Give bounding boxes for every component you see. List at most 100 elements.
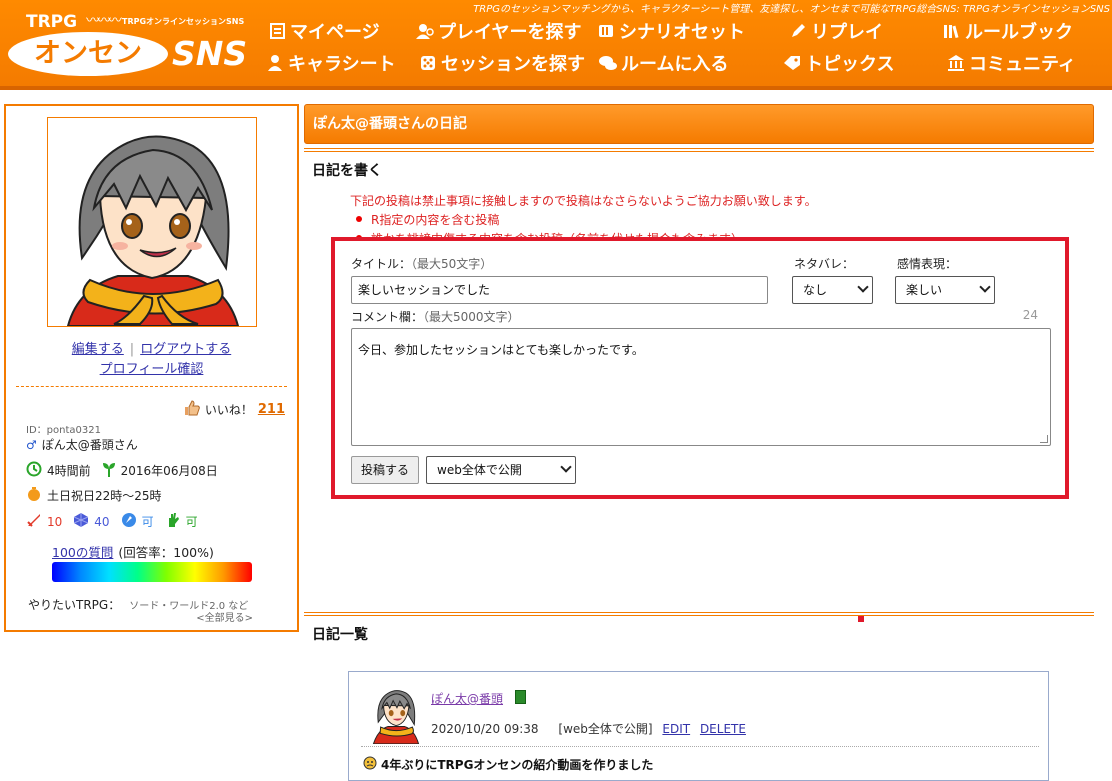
document-icon <box>268 22 286 40</box>
tag-icon <box>783 54 801 72</box>
nav-charasheet[interactable]: キャラシート <box>266 50 396 76</box>
like-label: いいね！ <box>204 403 253 417</box>
nav-find-sessions[interactable]: セッションを探す <box>419 50 585 76</box>
logo-sns-text: SNS <box>172 34 248 73</box>
book-icon <box>515 690 526 704</box>
spoiler-select[interactable]: なし <box>792 276 873 304</box>
stat-gm-value: 可 <box>141 515 154 529</box>
schedule-row: 土日祝日22時～25時 <box>26 486 162 505</box>
logo-main-text: オンセン <box>8 32 168 76</box>
user-name: ぽん太@番頭さん <box>41 438 138 452</box>
divider <box>361 746 1039 747</box>
profile-links: 編集する | ログアウトする <box>6 338 297 357</box>
join-date: 2016年06月08日 <box>120 464 218 478</box>
comment-label: コメント欄：（最大5000文字） <box>351 310 520 324</box>
nav-label: リプレイ <box>811 22 883 43</box>
nav-label: セッションを探す <box>441 54 585 75</box>
diary-list-heading: 日記一覧 <box>312 627 368 643</box>
dice-icon <box>419 54 437 72</box>
pen-icon <box>789 22 807 40</box>
like-count[interactable]: 211 <box>258 402 285 417</box>
divider <box>304 148 1094 152</box>
emotion-face-icon <box>363 756 377 773</box>
submit-button[interactable]: 投稿する <box>351 456 419 484</box>
site-tagline: TRPGのセッションマッチングから、キャラクターシート管理、友達探し、オンセまで… <box>473 4 1110 15</box>
nav-enter-room[interactable]: ルームに入る <box>599 50 728 76</box>
delete-link[interactable]: DELETE <box>700 722 746 736</box>
nav-label: ルールブック <box>965 22 1073 43</box>
last-login: 4時間前 <box>47 464 91 478</box>
stat-hand-value: 可 <box>185 515 198 529</box>
view-profile-link[interactable]: プロフィール確認 <box>100 362 204 377</box>
resize-handle[interactable] <box>1040 435 1048 443</box>
divider <box>304 612 1094 616</box>
comment-text: 今日、参加したセッションはとても楽しかったです。 <box>358 343 644 357</box>
nav-label: コミュニティ <box>969 54 1076 75</box>
answer-rate: (回答率：100%) <box>118 545 214 560</box>
page-title: ぽん太@番頭さんの日記 <box>304 104 1094 144</box>
emotion-label: 感情表現： <box>897 257 958 271</box>
title-label: タイトル：（最大50文字） <box>351 257 493 271</box>
activity-row: 4時間前 2016年06月08日 <box>26 461 218 480</box>
logout-link[interactable]: ログアウトする <box>140 342 231 357</box>
library-icon <box>943 22 961 40</box>
want-trpg-label: やりたいTRPG： <box>28 598 121 612</box>
nav-replay[interactable]: リプレイ <box>789 18 883 44</box>
nav-label: プレイヤーを探す <box>438 22 582 43</box>
divider: | <box>129 342 135 357</box>
user-name-row: ♂ ぽん太@番頭さん <box>26 436 138 453</box>
sprout-icon <box>102 461 116 480</box>
see-all-link[interactable]: <全部見る> <box>196 609 253 624</box>
clock-icon <box>26 461 42 480</box>
diary-entry: ぽん太@番頭 2020/10/20 09:38 [web全体で公開] EDIT … <box>348 671 1049 781</box>
stats-row: 10 40 可 可 <box>26 512 198 531</box>
dice-icon <box>73 512 89 531</box>
title-input[interactable]: 楽しいセッションでした <box>351 276 768 304</box>
like-row[interactable]: いいね！ 211 <box>184 400 285 419</box>
nav-topics[interactable]: トピックス <box>783 50 894 76</box>
nav-find-players[interactable]: プレイヤーを探す <box>416 18 581 44</box>
nav-rulebook[interactable]: ルールブック <box>943 18 1073 44</box>
user-search-icon <box>416 22 434 40</box>
nav-label: マイページ <box>290 22 380 43</box>
chevron-down-icon <box>560 461 572 473</box>
logo-trpg-text: TRPG <box>26 12 78 32</box>
chevron-down-icon <box>979 281 991 293</box>
male-icon: ♂ <box>26 437 37 452</box>
questions-link[interactable]: 100の質問 <box>52 542 113 561</box>
nav-scenario-set[interactable]: シナリオセット <box>597 18 745 44</box>
edit-profile-link[interactable]: 編集する <box>72 342 124 357</box>
avatar[interactable] <box>47 117 257 327</box>
entry-title[interactable]: 4年ぶりにTRPGオンセンの紹介動画を作りました <box>363 756 653 773</box>
edit-link[interactable]: EDIT <box>662 722 690 736</box>
logo-subtitle: TRPGオンラインセッションSNS <box>122 17 245 26</box>
visibility-select[interactable]: web全体で公開 <box>426 456 576 484</box>
books-icon <box>597 22 615 40</box>
answer-rate-bar <box>52 562 252 582</box>
entry-avatar[interactable] <box>371 686 421 744</box>
entry-visibility: [web全体で公開] <box>558 722 653 736</box>
timer-icon <box>26 486 42 505</box>
user-id: ID：ponta0321 <box>26 425 101 436</box>
emotion-select[interactable]: 楽しい <box>895 276 995 304</box>
stat-sword-value: 10 <box>47 514 63 529</box>
site-logo[interactable]: TRPG 〰〰〰 TRPGオンラインセッションSNS オンセン SNS <box>8 12 247 78</box>
entry-datetime: 2020/10/20 09:38 <box>431 722 539 736</box>
write-diary-heading: 日記を書く <box>312 163 382 179</box>
building-icon <box>947 54 965 72</box>
nav-label: シナリオセット <box>619 22 745 43</box>
nav-label: キャラシート <box>288 54 396 75</box>
sword-icon <box>26 512 42 531</box>
nav-community[interactable]: コミュニティ <box>947 50 1076 76</box>
profile-view-row: プロフィール確認 <box>6 358 297 377</box>
spoiler-selected-value: なし <box>803 283 828 297</box>
diary-form: タイトル：（最大50文字） ネタバレ： 感情表現： 楽しいセッションでした なし… <box>331 237 1069 499</box>
comment-textarea[interactable]: 今日、参加したセッションはとても楽しかったです。 <box>351 328 1051 446</box>
profile-panel: 編集する | ログアウトする プロフィール確認 いいね！ 211 ID：ponta0… <box>4 104 299 632</box>
marker <box>858 616 864 622</box>
entry-meta: 2020/10/20 09:38 [web全体で公開] EDIT DELETE <box>431 720 746 737</box>
steam-icon: 〰〰〰 <box>86 13 122 29</box>
nav-mypage[interactable]: マイページ <box>268 18 380 44</box>
entry-author-link[interactable]: ぽん太@番頭 <box>431 690 503 707</box>
chevron-down-icon <box>857 281 869 293</box>
